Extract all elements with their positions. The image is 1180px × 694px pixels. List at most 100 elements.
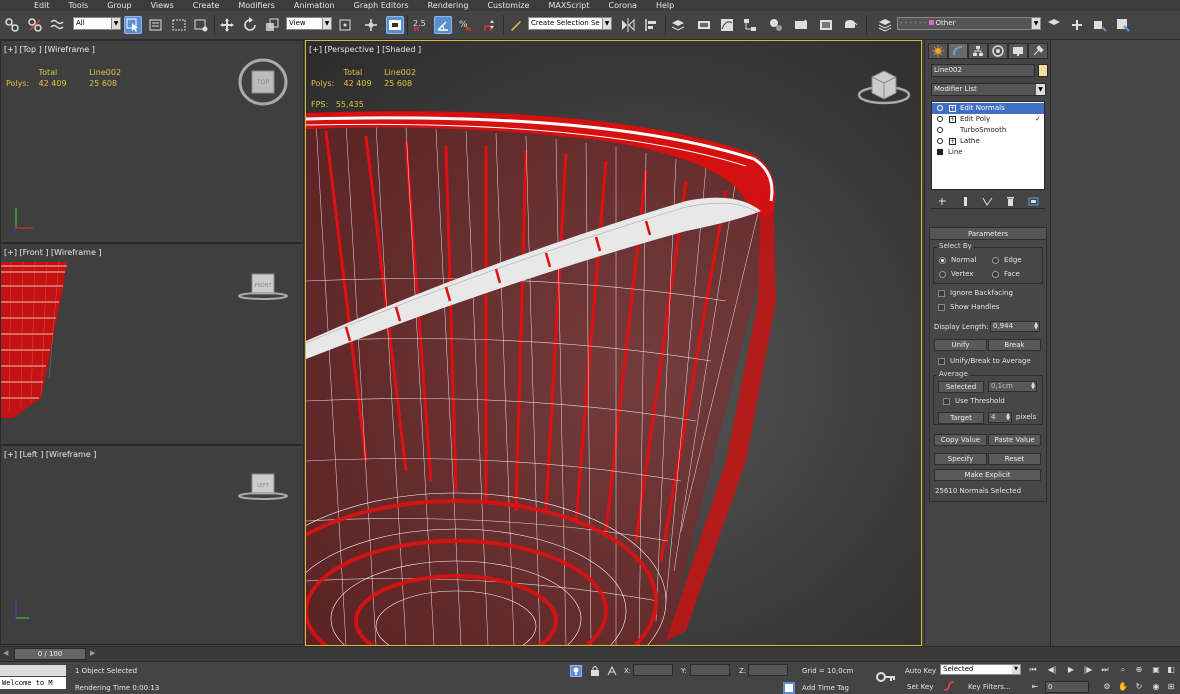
viewcube-icon[interactable] bbox=[856, 63, 912, 107]
selection-filter-dropdown[interactable]: All ▼ bbox=[73, 17, 121, 30]
align-icon[interactable] bbox=[642, 16, 660, 34]
window-crossing-icon[interactable] bbox=[192, 16, 210, 34]
expand-icon[interactable]: + bbox=[949, 116, 956, 123]
default-in-out-tangent-icon[interactable] bbox=[943, 680, 955, 692]
viewcube-icon[interactable]: TOP bbox=[237, 57, 289, 107]
edge-radio[interactable] bbox=[992, 257, 999, 264]
scroll-right-icon[interactable]: ▶ bbox=[90, 649, 95, 657]
menu-maxscript[interactable]: MAXScript bbox=[548, 0, 589, 11]
face-radio[interactable] bbox=[992, 271, 999, 278]
bulb-icon[interactable] bbox=[937, 127, 943, 133]
stack-item-lathe[interactable]: + Lathe bbox=[932, 136, 1044, 147]
viewport-label[interactable]: [+] [Front ] [Wireframe ] bbox=[4, 248, 102, 257]
configure-sets-icon[interactable] bbox=[1028, 196, 1039, 207]
make-explicit-button[interactable]: Make Explicit bbox=[934, 469, 1041, 481]
layer-dropdown[interactable]: - - - - - - Other ▼ bbox=[897, 17, 1041, 30]
select-manipulate-icon[interactable] bbox=[362, 16, 380, 34]
add-to-layer-icon[interactable] bbox=[1091, 16, 1109, 34]
reference-coord-dropdown[interactable]: View ▼ bbox=[286, 17, 332, 30]
absolute-mode-icon[interactable] bbox=[606, 665, 618, 677]
unify-break-average-checkbox[interactable] bbox=[938, 358, 945, 365]
set-key-button[interactable]: Set Key bbox=[907, 682, 933, 692]
menu-corona[interactable]: Corona bbox=[609, 0, 637, 11]
menu-animation[interactable]: Animation bbox=[294, 0, 335, 11]
rect-selection-region-icon[interactable] bbox=[170, 16, 188, 34]
selected-average-button[interactable]: Selected bbox=[938, 381, 984, 393]
hierarchy-tab-icon[interactable] bbox=[968, 43, 988, 59]
lock-selection-icon[interactable] bbox=[589, 665, 601, 677]
target-average-button[interactable]: Target bbox=[938, 412, 984, 424]
spinner-snap-icon[interactable] bbox=[480, 16, 498, 34]
key-icon[interactable] bbox=[876, 670, 896, 684]
stack-item-edit-normals[interactable]: + Edit Normals bbox=[932, 103, 1044, 114]
menu-group[interactable]: Group bbox=[107, 0, 131, 11]
select-by-name-icon[interactable] bbox=[147, 16, 165, 34]
schematic-view-icon[interactable] bbox=[741, 16, 759, 34]
render-production-icon[interactable] bbox=[841, 16, 859, 34]
key-filters-button[interactable]: Key Filters... bbox=[968, 682, 1011, 692]
toggle-ribbon-icon[interactable] bbox=[695, 16, 713, 34]
curve-editor-icon[interactable] bbox=[718, 16, 736, 34]
motion-tab-icon[interactable] bbox=[988, 43, 1008, 59]
display-length-spinner[interactable]: 0,944 ▲ ▼ bbox=[990, 321, 1040, 332]
current-frame-field[interactable]: 0 bbox=[1045, 681, 1089, 693]
move-icon[interactable] bbox=[218, 16, 236, 34]
bulb-icon[interactable] bbox=[937, 116, 943, 122]
auto-key-button[interactable]: Auto Key bbox=[905, 666, 936, 676]
modify-tab-icon[interactable] bbox=[948, 43, 968, 59]
menu-edit[interactable]: Edit bbox=[34, 0, 50, 11]
pan-icon[interactable]: ✋ bbox=[1116, 681, 1130, 693]
specify-button[interactable]: Specify bbox=[934, 453, 987, 465]
bulb-icon[interactable] bbox=[937, 105, 943, 111]
viewcube-icon[interactable]: LEFT bbox=[237, 472, 289, 502]
add-time-tag[interactable]: Add Time Tag bbox=[802, 683, 849, 693]
show-end-result-icon[interactable] bbox=[960, 196, 971, 207]
time-config-icon[interactable]: ⚙ bbox=[1100, 681, 1114, 693]
time-tag-icon[interactable] bbox=[783, 682, 795, 694]
maximize-viewport-icon[interactable]: ◧ bbox=[1164, 664, 1178, 676]
go-to-start-icon[interactable]: ⏮ bbox=[1026, 664, 1040, 676]
isolate-selection-icon[interactable] bbox=[570, 665, 582, 677]
rotate-icon[interactable] bbox=[241, 16, 259, 34]
orbit-icon[interactable]: ↻ bbox=[1132, 681, 1146, 693]
viewport-front[interactable]: [+] [Front ] [Wireframe ] FRONT bbox=[0, 243, 304, 445]
layer-explorer-icon[interactable] bbox=[669, 16, 687, 34]
scroll-left-icon[interactable]: ◀ bbox=[3, 649, 8, 657]
copy-value-button[interactable]: Copy Value bbox=[934, 434, 987, 446]
next-frame-icon[interactable]: |▶ bbox=[1081, 664, 1095, 676]
modifier-list-dropdown[interactable]: Modifier List ▼ bbox=[931, 83, 1046, 96]
edit-named-selection-icon[interactable] bbox=[507, 16, 525, 34]
walk-through-icon[interactable]: ⊞ bbox=[1164, 681, 1178, 693]
y-coordinate-field[interactable] bbox=[690, 664, 730, 676]
remove-modifier-icon[interactable] bbox=[1005, 196, 1016, 207]
parameters-rollout-title[interactable]: Parameters bbox=[930, 228, 1046, 240]
object-color-swatch[interactable] bbox=[1038, 64, 1048, 77]
normal-radio[interactable] bbox=[939, 257, 946, 264]
rendered-frame-window-icon[interactable] bbox=[817, 16, 835, 34]
x-coordinate-field[interactable] bbox=[633, 664, 673, 676]
make-unique-icon[interactable] bbox=[982, 196, 993, 207]
select-object-icon[interactable] bbox=[124, 16, 142, 34]
play-icon[interactable]: ▶ bbox=[1064, 664, 1078, 676]
viewport-perspective[interactable]: [+] [Perspective ] [Shaded ] Polys: Tota… bbox=[305, 40, 922, 646]
object-name-field[interactable]: Line002 bbox=[931, 64, 1035, 77]
timeline[interactable]: ◀ 0 / 100 ▶ bbox=[0, 646, 1180, 661]
maxscript-mini-listener[interactable]: Welcome to M bbox=[0, 677, 66, 689]
pivot-center-icon[interactable] bbox=[336, 16, 354, 34]
menu-customize[interactable]: Customize bbox=[487, 0, 529, 11]
zoom-icon[interactable]: ⌕ bbox=[1116, 664, 1130, 676]
menu-help[interactable]: Help bbox=[656, 0, 674, 11]
menu-views[interactable]: Views bbox=[151, 0, 174, 11]
vertex-radio[interactable] bbox=[939, 271, 946, 278]
layers-plus-icon[interactable] bbox=[1045, 16, 1063, 34]
zoom-all-icon[interactable]: ⊕ bbox=[1132, 664, 1146, 676]
snap-toggle-icon[interactable]: 2.5 bbox=[411, 16, 429, 34]
menu-tools[interactable]: Tools bbox=[69, 0, 89, 11]
viewcube-icon[interactable]: FRONT bbox=[237, 272, 289, 302]
field-of-view-icon[interactable]: ◉ bbox=[1149, 681, 1163, 693]
expand-icon[interactable]: + bbox=[949, 138, 956, 145]
show-handles-checkbox[interactable] bbox=[938, 304, 945, 311]
create-layer-icon[interactable] bbox=[1068, 16, 1086, 34]
display-tab-icon[interactable] bbox=[1008, 43, 1028, 59]
selected-threshold-spinner[interactable]: 0,1cm ▲ ▼ bbox=[988, 381, 1037, 392]
